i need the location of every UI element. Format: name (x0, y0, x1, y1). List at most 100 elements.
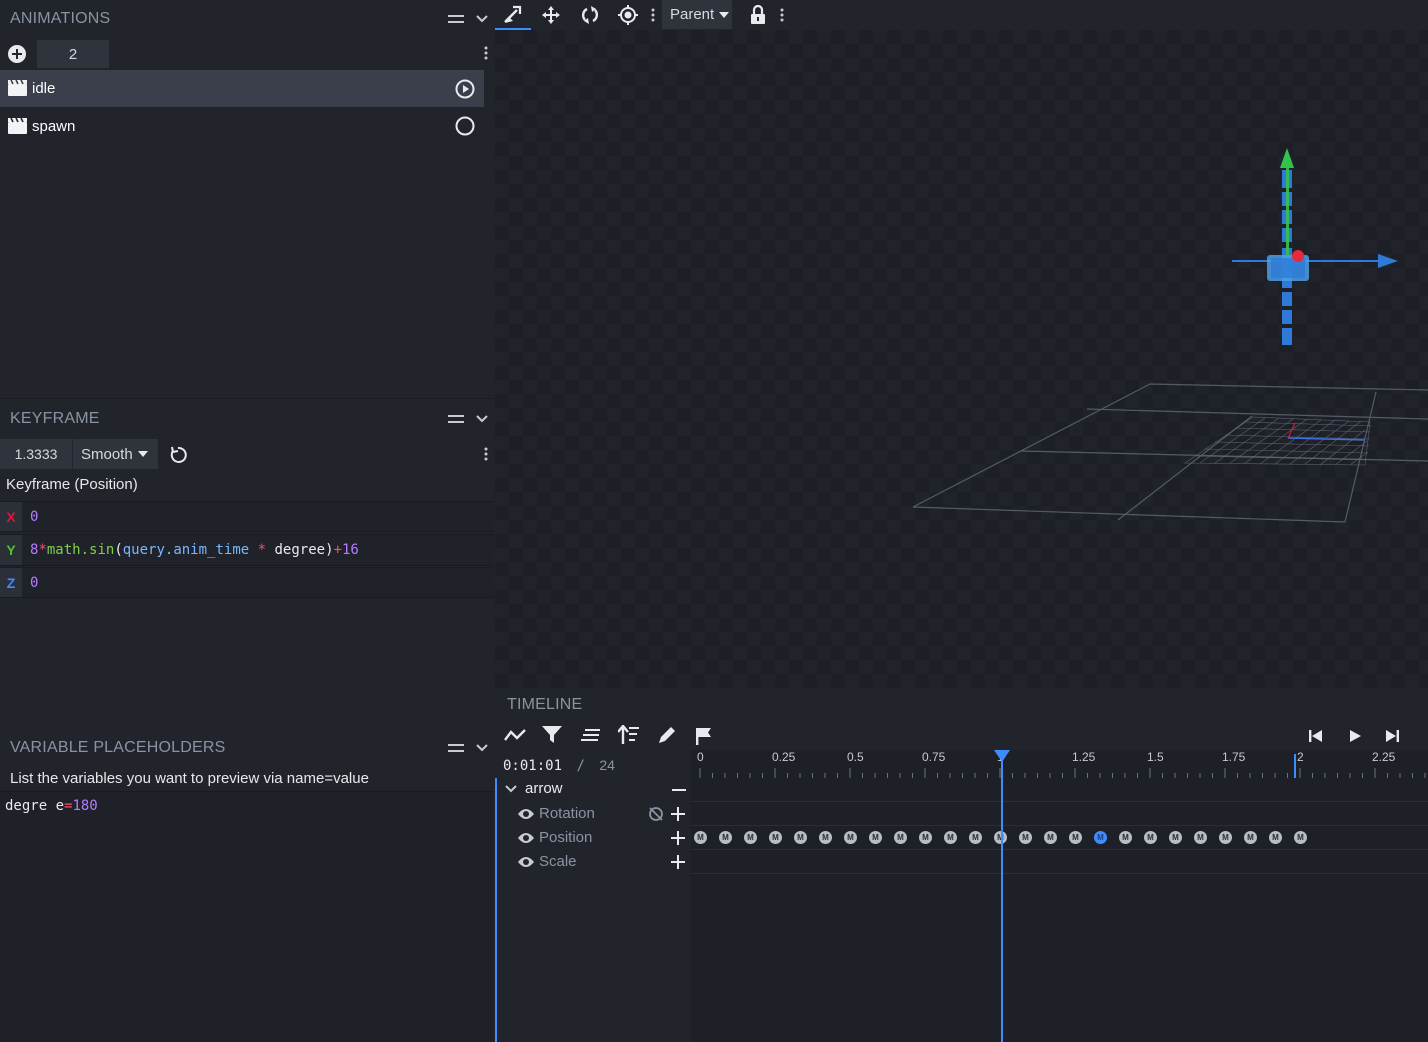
panel-menu-icon[interactable] (447, 10, 465, 28)
collapse-chevron-icon[interactable] (473, 410, 491, 428)
keyframe-marker[interactable]: M (819, 831, 832, 844)
eye-icon (518, 856, 534, 867)
x-axis-label: X (0, 502, 22, 531)
collapse-minus-icon[interactable] (672, 789, 686, 791)
rotate-tool-icon[interactable] (577, 3, 603, 27)
playhead-handle[interactable] (994, 750, 1010, 762)
move-tool-icon[interactable] (538, 3, 564, 27)
flag-icon[interactable] (693, 725, 715, 747)
keyframe-marker[interactable]: M (1119, 831, 1132, 844)
filter-icon[interactable] (540, 724, 564, 746)
channel-row-rotation[interactable]: Rotation (517, 805, 595, 822)
clapperboard-icon (8, 118, 28, 134)
timecode-value: 0:01:01 (503, 758, 563, 774)
align-lines-icon[interactable] (579, 724, 603, 746)
group-row-arrow[interactable]: arrow (505, 780, 563, 797)
3d-viewport[interactable] (495, 30, 1428, 688)
keyframe-marker[interactable]: M (944, 831, 957, 844)
keyframe-marker[interactable]: M (1144, 831, 1157, 844)
animations-panel-title: ANIMATIONS (10, 10, 111, 27)
keyframe-marker[interactable]: M (1244, 831, 1257, 844)
variable-placeholders-panel: VARIABLE PLACEHOLDERS List the variables… (0, 728, 494, 1042)
keyframe-x-row: X 0 (0, 501, 494, 532)
keyframe-marker[interactable]: M (694, 831, 707, 844)
channel-row-scale[interactable]: Scale (517, 853, 577, 870)
keyframe-marker[interactable]: M (869, 831, 882, 844)
graph-editor-icon[interactable] (502, 724, 528, 746)
keyframe-marker[interactable]: M (744, 831, 757, 844)
reset-icon[interactable] (166, 443, 190, 467)
keyframe-marker[interactable]: M (1094, 831, 1107, 844)
playhead[interactable] (1001, 750, 1003, 1042)
add-animation-icon[interactable] (6, 43, 28, 65)
more-options-icon[interactable] (480, 445, 492, 463)
keyframe-marker[interactable]: M (894, 831, 907, 844)
z-axis-label: Z (0, 568, 22, 597)
keyframe-time-input[interactable]: 1.3333 (0, 439, 72, 469)
more-options-icon[interactable] (777, 5, 787, 25)
ruler-label: 0.75 (922, 750, 946, 764)
keyframe-marker[interactable]: M (844, 831, 857, 844)
add-keyframe-icon[interactable] (669, 805, 687, 823)
interpolation-select[interactable]: Smooth (73, 439, 158, 469)
skip-end-icon[interactable] (1381, 725, 1403, 747)
lock-icon[interactable] (747, 3, 769, 27)
space-select[interactable]: Parent (662, 0, 732, 29)
scrollbar[interactable] (486, 72, 490, 390)
keyframe-marker[interactable]: M (1169, 831, 1182, 844)
keyframe-marker[interactable]: M (1019, 831, 1032, 844)
channel-row-position[interactable]: Position (517, 829, 592, 846)
timeline-row-position: MMMMMMMMMMMMMMMMMMMMMMMMM (691, 826, 1428, 850)
timeline-channel-list: arrow Rotation Position Scale (495, 778, 691, 1042)
animation-item-spawn[interactable]: spawn (0, 108, 484, 145)
empty-circle-icon[interactable] (454, 115, 476, 137)
ruler-label: 1.5 (1147, 750, 1164, 764)
pencil-icon[interactable] (655, 724, 679, 746)
keyframe-marker[interactable]: M (969, 831, 982, 844)
timeline-keyframe-area[interactable]: MMMMMMMMMMMMMMMMMMMMMMMMM (691, 778, 1428, 1042)
panel-menu-icon[interactable] (447, 410, 465, 428)
keyframe-marker[interactable]: M (1069, 831, 1082, 844)
mute-channel-icon[interactable] (647, 805, 665, 823)
chevron-down-icon (505, 784, 517, 792)
pivot-tool-icon[interactable] (495, 0, 531, 30)
add-keyframe-icon[interactable] (669, 829, 687, 847)
variable-placeholders-title: VARIABLE PLACEHOLDERS (10, 739, 226, 756)
ruler-label: 0.5 (847, 750, 864, 764)
add-keyframe-icon[interactable] (669, 853, 687, 871)
channel-label: Scale (539, 853, 577, 870)
end-marker[interactable] (1294, 754, 1296, 778)
variable-placeholders-editor[interactable]: degre e=180 (0, 791, 494, 1042)
keyframe-marker[interactable]: M (1194, 831, 1207, 844)
target-icon[interactable] (615, 3, 641, 27)
keyframe-marker[interactable]: M (769, 831, 782, 844)
z-value-input[interactable]: 0 (22, 575, 38, 591)
more-options-icon[interactable] (480, 44, 492, 62)
panel-menu-icon[interactable] (447, 739, 465, 757)
left-sidebar: ANIMATIONS 2 idle spawn KEYFRAME 1.3333 … (0, 0, 494, 1042)
skip-start-icon[interactable] (1305, 725, 1327, 747)
x-value-input[interactable]: 0 (22, 509, 38, 525)
keyframe-marker[interactable]: M (919, 831, 932, 844)
keyframe-marker[interactable]: M (1219, 831, 1232, 844)
timecode-display[interactable]: 0:01:01 / 24 (503, 757, 615, 774)
keyframe-marker[interactable]: M (794, 831, 807, 844)
collapse-chevron-icon[interactable] (473, 10, 491, 28)
timeline-row-scale (691, 850, 1428, 874)
keyframe-marker[interactable]: M (1044, 831, 1057, 844)
keyframe-marker[interactable]: M (1269, 831, 1282, 844)
play-circle-icon[interactable] (454, 78, 476, 100)
time-ruler[interactable]: 00.250.50.7511.251.51.7522.25 (691, 750, 1428, 778)
viewport-toolbar: Parent (495, 0, 1428, 30)
keyframe-marker[interactable]: M (1294, 831, 1307, 844)
dropdown-arrow-icon (719, 11, 730, 18)
more-options-icon[interactable] (648, 5, 658, 25)
y-value-input[interactable]: 8*math.sin(query.anim_time * degree)+16 (22, 542, 359, 558)
play-icon[interactable] (1344, 725, 1366, 747)
interpolation-select-value: Smooth (81, 445, 133, 463)
collapse-chevron-icon[interactable] (473, 739, 491, 757)
ruler-ticks (699, 768, 1426, 778)
keyframe-marker[interactable]: M (719, 831, 732, 844)
sort-icon[interactable] (616, 723, 642, 747)
animation-item-idle[interactable]: idle (0, 70, 484, 107)
